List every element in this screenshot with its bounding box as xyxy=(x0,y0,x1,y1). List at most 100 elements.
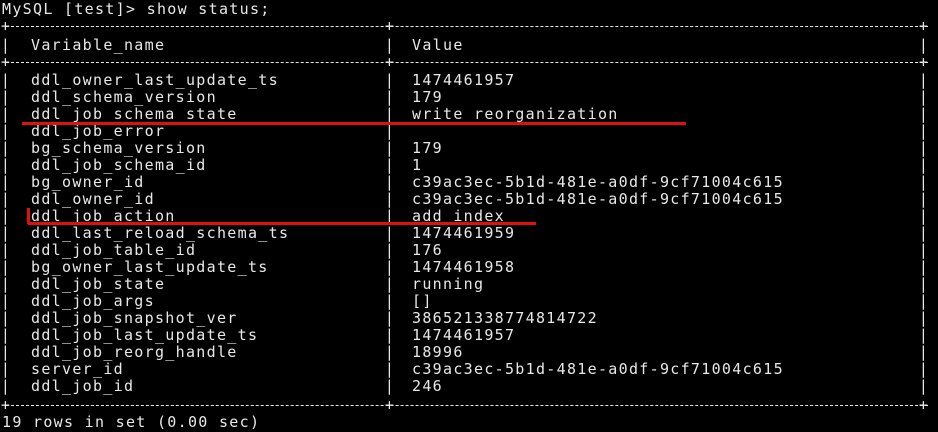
cell-variable-name: ddl_job_table_id xyxy=(31,241,197,259)
highlight-underline-job-action xyxy=(28,222,536,225)
column-header-variable-name: Variable_name xyxy=(31,36,166,54)
cell-variable-name: bg_schema_version xyxy=(31,139,207,157)
cell-value: 179 xyxy=(412,139,443,157)
table-border-bar: | xyxy=(384,292,396,310)
result-summary-line: 19 rows in set (0.00 sec) xyxy=(2,413,261,431)
table-row: | ddl_job_table_id | 176 | xyxy=(0,242,938,259)
table-row: | ddl_job_reorg_handle | 18996 | xyxy=(0,344,938,361)
highlight-underline-schema-state xyxy=(22,122,686,125)
table-border-bar: | xyxy=(384,224,396,242)
table-border-bar: | xyxy=(0,292,12,310)
table-border-bar: | xyxy=(0,275,12,293)
table-row: | ddl_job_snapshot_ver | 386521338774814722… xyxy=(0,310,938,327)
table-border-bar: | xyxy=(918,309,930,327)
cell-variable-name: ddl_owner_last_update_ts xyxy=(31,71,279,89)
table-border-bar: | xyxy=(918,36,930,54)
terminal-window[interactable]: MySQL [test]> show status; + + + | Varia… xyxy=(0,0,938,432)
table-border-bar: | xyxy=(0,139,12,157)
table-border-bar: | xyxy=(918,156,930,174)
table-border-bar: | xyxy=(918,224,930,242)
table-border-bar: | xyxy=(918,190,930,208)
table-border-bar: | xyxy=(384,360,396,378)
table-border-bar: | xyxy=(384,173,396,191)
table-row: | bg_owner_last_update_ts | 1474461958 | xyxy=(0,259,938,276)
cell-value: c39ac3ec-5b1d-481e-a0df-9cf71004c615 xyxy=(412,360,784,378)
table-border-bar: | xyxy=(0,224,12,242)
table-border-bar: | xyxy=(0,190,12,208)
table-border-bar: | xyxy=(384,88,396,106)
table-border-bar: | xyxy=(384,71,396,89)
cell-value: c39ac3ec-5b1d-481e-a0df-9cf71004c615 xyxy=(412,173,784,191)
table-border-bar: | xyxy=(0,309,12,327)
cell-variable-name: ddl_schema_version xyxy=(31,88,217,106)
table-border-bar: | xyxy=(0,241,12,259)
table-border-bar: | xyxy=(384,105,396,123)
table-border-bar: | xyxy=(918,343,930,361)
table-border-bar: | xyxy=(384,241,396,259)
cell-value: 18996 xyxy=(412,343,464,361)
table-row: | bg_schema_version | 179 | xyxy=(0,140,938,157)
table-row: | bg_owner_id | c39ac3ec-5b1d-481e-a0df-9cf… xyxy=(0,174,938,191)
cell-variable-name: server_id xyxy=(31,360,124,378)
table-border-bar: | xyxy=(0,88,12,106)
cell-value: 246 xyxy=(412,377,443,395)
cell-variable-name: ddl_job_schema_id xyxy=(31,156,207,174)
cell-value: 386521338774814722 xyxy=(412,309,598,327)
table-row: | ddl_job_schema_state | write reorganizati… xyxy=(0,106,938,123)
table-border-bar: | xyxy=(918,377,930,395)
highlight-tick-job-action xyxy=(27,208,30,224)
cell-value: 1474461958 xyxy=(412,258,516,276)
cell-variable-name: bg_owner_last_update_ts xyxy=(31,258,269,276)
table-bottom-corners: + + + xyxy=(0,396,930,414)
table-border-bar: | xyxy=(384,326,396,344)
table-border-bar: | xyxy=(918,360,930,378)
table-border-bar: | xyxy=(918,71,930,89)
table-border-bar: | xyxy=(0,173,12,191)
table-border-bar: | xyxy=(918,122,930,140)
table-row: | ddl_job_id | 246 | xyxy=(0,378,938,395)
cell-variable-name: ddl_job_reorg_handle xyxy=(31,343,238,361)
table-border-bar: | xyxy=(384,36,396,54)
table-border-bar: | xyxy=(918,326,930,344)
table-border-bar: | xyxy=(0,343,12,361)
table-border-bar: | xyxy=(918,139,930,157)
table-row: | ddl_job_last_update_ts | 1474461957 | xyxy=(0,327,938,344)
table-border-bar: | xyxy=(0,36,12,54)
table-border-bar: | xyxy=(384,122,396,140)
cell-variable-name: ddl_job_schema_state xyxy=(31,105,238,123)
table-border-bar: | xyxy=(0,122,12,140)
cell-variable-name: ddl_job_id xyxy=(31,377,135,395)
table-row: | ddl_job_error | | xyxy=(0,123,938,140)
table-border-bar: | xyxy=(0,105,12,123)
cell-value: write reorganization xyxy=(412,105,619,123)
status-table: + + + | Variable_name | Value | + + + | d… xyxy=(0,0,938,432)
table-border-bar: | xyxy=(384,275,396,293)
table-border-bar: | xyxy=(918,292,930,310)
cell-value: [] xyxy=(412,292,433,310)
table-row: | ddl_owner_last_update_ts | 1474461957 | xyxy=(0,72,938,89)
table-border-bar: | xyxy=(0,258,12,276)
table-border-bar: | xyxy=(384,139,396,157)
table-row: | ddl_job_state | running | xyxy=(0,276,938,293)
table-top-corners: + + + xyxy=(0,17,930,35)
table-border-bar: | xyxy=(384,258,396,276)
cell-variable-name: ddl_job_snapshot_ver xyxy=(31,309,238,327)
table-border-bar: | xyxy=(0,207,12,225)
table-row: | ddl_schema_version | 179 | xyxy=(0,89,938,106)
table-border-bar: | xyxy=(918,241,930,259)
table-border-bar: | xyxy=(384,156,396,174)
cell-variable-name: ddl_owner_id xyxy=(31,190,155,208)
table-border-bar: | xyxy=(918,105,930,123)
table-header-corners: + + + xyxy=(0,53,930,71)
cell-value: 179 xyxy=(412,88,443,106)
cell-variable-name: ddl_last_reload_schema_ts xyxy=(31,224,290,242)
cell-variable-name: ddl_job_args xyxy=(31,292,155,310)
cell-value: 1474461959 xyxy=(412,224,516,242)
cell-value: 1 xyxy=(412,156,423,174)
table-row: | ddl_last_reload_schema_ts | 1474461959 | xyxy=(0,225,938,242)
cell-variable-name: bg_owner_id xyxy=(31,173,145,191)
table-border-bar: | xyxy=(384,190,396,208)
table-border-bar: | xyxy=(0,156,12,174)
table-border-bar: | xyxy=(918,207,930,225)
column-header-value: Value xyxy=(412,36,464,54)
